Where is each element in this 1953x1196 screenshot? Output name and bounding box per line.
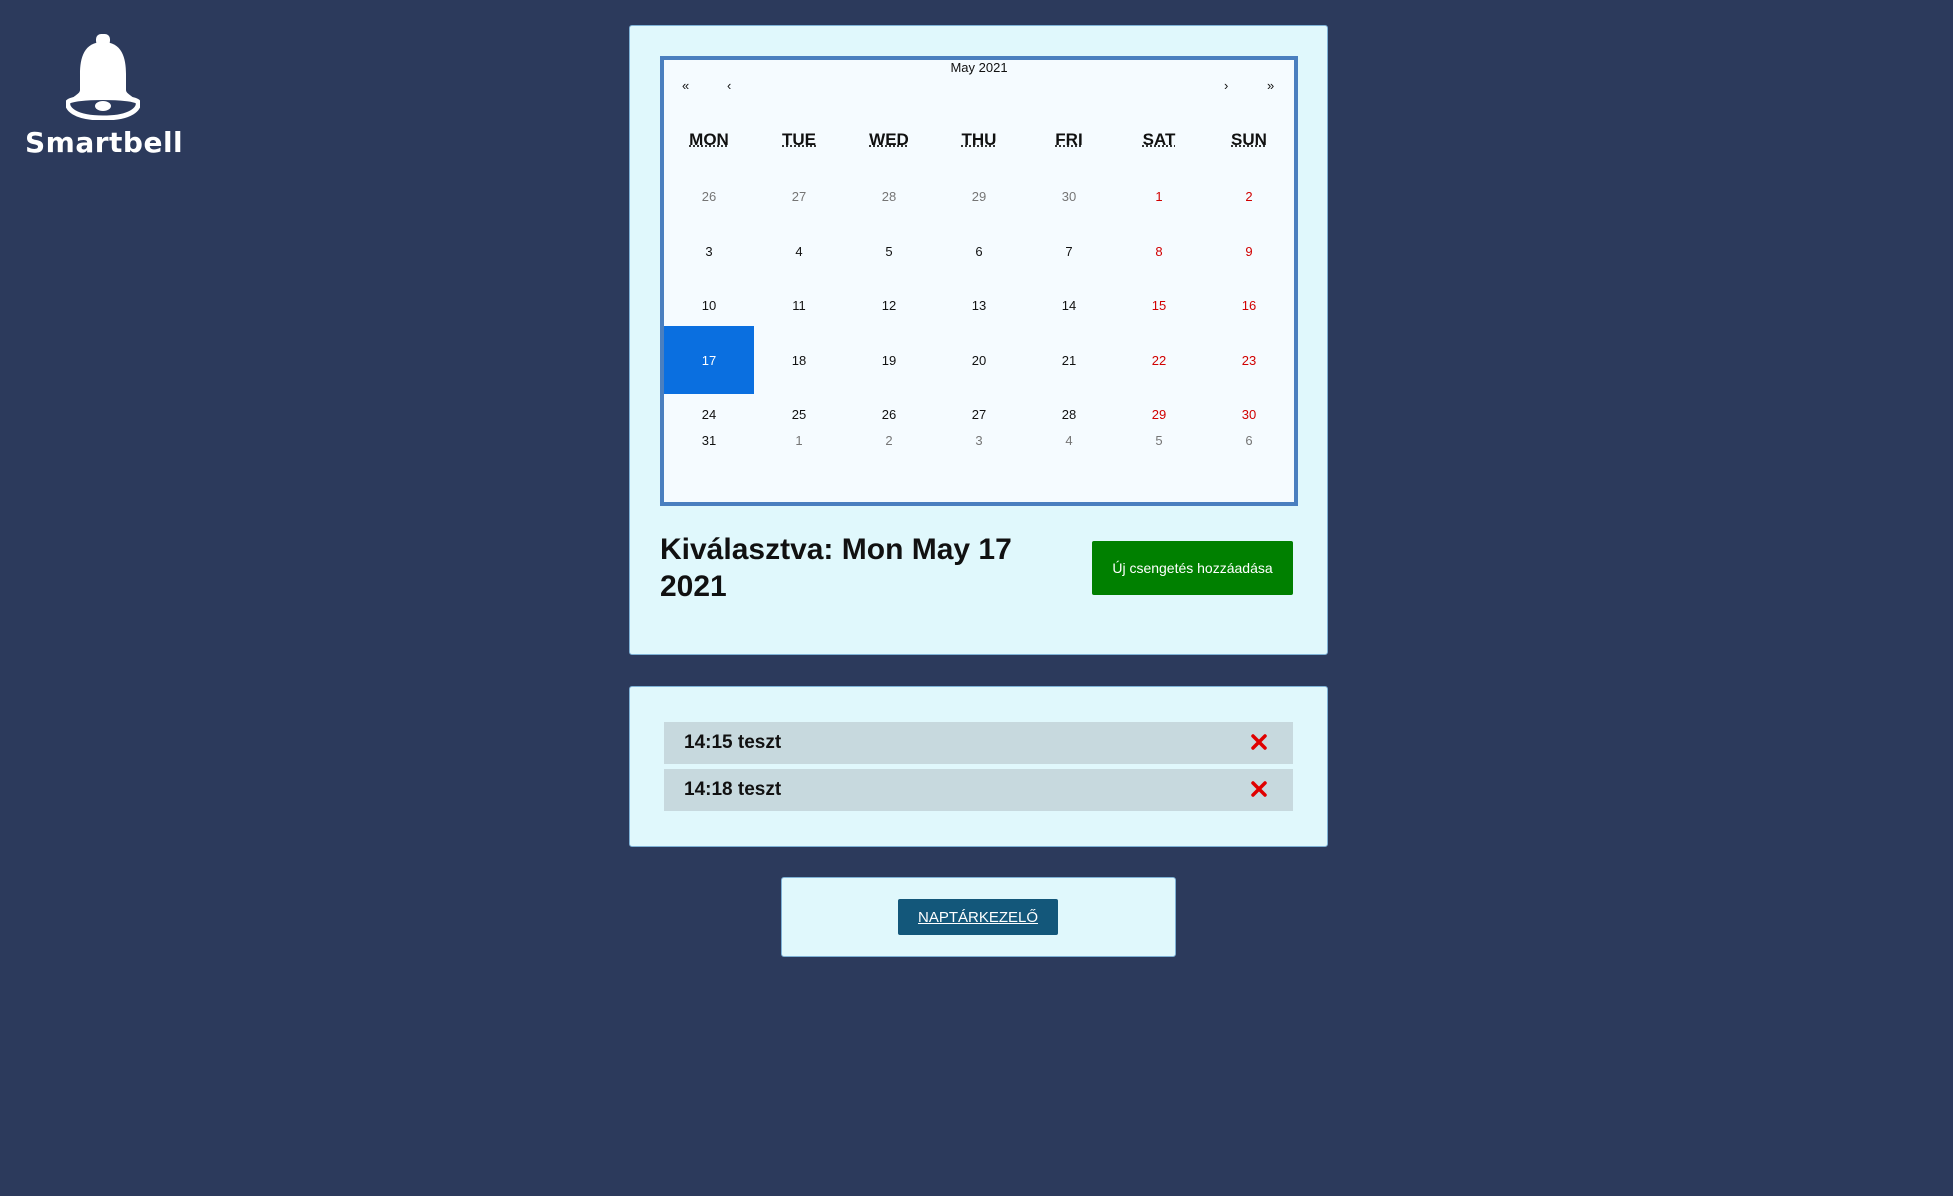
bell-row: 14:18 teszt [664, 769, 1293, 811]
month-title[interactable]: May 2021 [950, 60, 1007, 75]
bell-row: 14:15 teszt [664, 722, 1293, 764]
add-bell-button[interactable]: Új csengetés hozzáadása [1092, 541, 1293, 595]
weekday-header: SUN [1231, 130, 1267, 149]
weekday-header: SAT [1142, 130, 1176, 149]
prev-year-button[interactable]: « [682, 78, 689, 93]
weekday-header: THU [961, 130, 997, 149]
calendar-navigation: « ‹ May 2021 › » [664, 60, 1294, 112]
calendar-manager-card: NAPTÁRKEZELŐ [781, 877, 1176, 957]
smartbell-logo: Smartbell [25, 34, 184, 159]
weekday-header: TUE [782, 130, 816, 149]
delete-icon[interactable] [1247, 777, 1271, 801]
weekday-header: MON [689, 130, 729, 149]
bell-label: 14:18 teszt [684, 779, 782, 800]
bell-list-card: 14:15 teszt 14:18 teszt [629, 686, 1328, 847]
calendar-day[interactable]: 3 [934, 425, 1024, 455]
calendar-day[interactable]: 2 [844, 425, 934, 455]
calendar-day[interactable]: 4 [1024, 425, 1114, 455]
calendar-day[interactable]: 6 [1204, 425, 1294, 455]
calendar: « ‹ May 2021 › » MON TUE WED THU FRI SAT SUN 2… [660, 56, 1298, 506]
weekday-header: FRI [1055, 130, 1083, 149]
bell-label: 14:15 teszt [684, 732, 782, 753]
next-year-button[interactable]: » [1267, 78, 1274, 93]
delete-icon[interactable] [1247, 730, 1271, 754]
brand-name: Smartbell [25, 126, 184, 159]
selected-date-label: Kiválasztva: Mon May 17 2021 [660, 533, 1012, 603]
calendar-day[interactable]: 31 [664, 425, 754, 455]
calendar-card: « ‹ May 2021 › » MON TUE WED THU FRI SAT SUN 2… [629, 25, 1328, 655]
weekday-header: WED [869, 130, 909, 149]
calendar-day[interactable]: 1 [754, 425, 844, 455]
calendar-day[interactable]: 5 [1114, 425, 1204, 455]
prev-month-button[interactable]: ‹ [727, 78, 731, 93]
calendar-manager-button[interactable]: NAPTÁRKEZELŐ [898, 899, 1058, 935]
next-month-button[interactable]: › [1224, 78, 1228, 93]
bell-icon [65, 34, 140, 120]
